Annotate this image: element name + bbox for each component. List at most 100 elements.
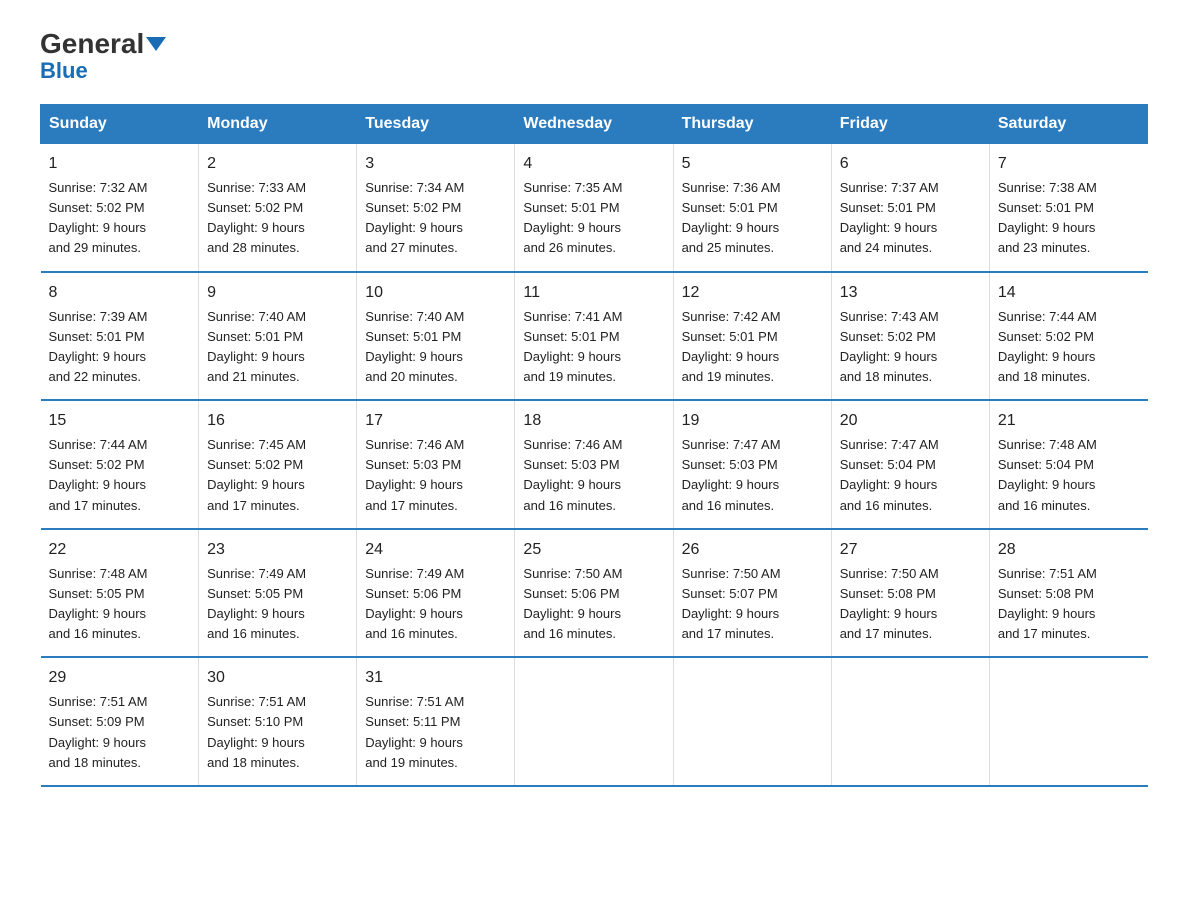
header-thursday: Thursday — [673, 105, 831, 144]
day-info: Sunrise: 7:33 AMSunset: 5:02 PMDaylight:… — [207, 178, 348, 259]
day-cell: 12Sunrise: 7:42 AMSunset: 5:01 PMDayligh… — [673, 272, 831, 401]
day-cell: 22Sunrise: 7:48 AMSunset: 5:05 PMDayligh… — [41, 529, 199, 658]
day-number: 8 — [49, 281, 191, 305]
logo-blue: Blue — [40, 58, 88, 84]
day-info: Sunrise: 7:40 AMSunset: 5:01 PMDaylight:… — [207, 307, 348, 388]
day-cell — [515, 657, 673, 786]
day-cell: 6Sunrise: 7:37 AMSunset: 5:01 PMDaylight… — [831, 144, 989, 272]
day-info: Sunrise: 7:51 AMSunset: 5:10 PMDaylight:… — [207, 692, 348, 773]
day-cell: 21Sunrise: 7:48 AMSunset: 5:04 PMDayligh… — [989, 400, 1147, 529]
day-info: Sunrise: 7:50 AMSunset: 5:08 PMDaylight:… — [840, 564, 981, 645]
header-tuesday: Tuesday — [357, 105, 515, 144]
day-info: Sunrise: 7:45 AMSunset: 5:02 PMDaylight:… — [207, 435, 348, 516]
day-cell: 27Sunrise: 7:50 AMSunset: 5:08 PMDayligh… — [831, 529, 989, 658]
header-row: SundayMondayTuesdayWednesdayThursdayFrid… — [41, 105, 1148, 144]
day-number: 26 — [682, 538, 823, 562]
day-cell: 24Sunrise: 7:49 AMSunset: 5:06 PMDayligh… — [357, 529, 515, 658]
header-wednesday: Wednesday — [515, 105, 673, 144]
day-info: Sunrise: 7:38 AMSunset: 5:01 PMDaylight:… — [998, 178, 1140, 259]
day-cell: 3Sunrise: 7:34 AMSunset: 5:02 PMDaylight… — [357, 144, 515, 272]
day-number: 19 — [682, 409, 823, 433]
header-monday: Monday — [199, 105, 357, 144]
day-number: 2 — [207, 152, 348, 176]
day-info: Sunrise: 7:50 AMSunset: 5:06 PMDaylight:… — [523, 564, 664, 645]
day-number: 17 — [365, 409, 506, 433]
day-number: 15 — [49, 409, 191, 433]
day-cell: 4Sunrise: 7:35 AMSunset: 5:01 PMDaylight… — [515, 144, 673, 272]
day-cell — [673, 657, 831, 786]
day-info: Sunrise: 7:51 AMSunset: 5:08 PMDaylight:… — [998, 564, 1140, 645]
day-cell: 29Sunrise: 7:51 AMSunset: 5:09 PMDayligh… — [41, 657, 199, 786]
week-row-5: 29Sunrise: 7:51 AMSunset: 5:09 PMDayligh… — [41, 657, 1148, 786]
day-info: Sunrise: 7:48 AMSunset: 5:05 PMDaylight:… — [49, 564, 191, 645]
day-info: Sunrise: 7:34 AMSunset: 5:02 PMDaylight:… — [365, 178, 506, 259]
header-friday: Friday — [831, 105, 989, 144]
day-cell: 19Sunrise: 7:47 AMSunset: 5:03 PMDayligh… — [673, 400, 831, 529]
day-number: 18 — [523, 409, 664, 433]
day-cell: 16Sunrise: 7:45 AMSunset: 5:02 PMDayligh… — [199, 400, 357, 529]
day-info: Sunrise: 7:49 AMSunset: 5:06 PMDaylight:… — [365, 564, 506, 645]
day-number: 22 — [49, 538, 191, 562]
day-info: Sunrise: 7:43 AMSunset: 5:02 PMDaylight:… — [840, 307, 981, 388]
header-sunday: Sunday — [41, 105, 199, 144]
header-saturday: Saturday — [989, 105, 1147, 144]
calendar-table: SundayMondayTuesdayWednesdayThursdayFrid… — [40, 104, 1148, 787]
week-row-3: 15Sunrise: 7:44 AMSunset: 5:02 PMDayligh… — [41, 400, 1148, 529]
week-row-1: 1Sunrise: 7:32 AMSunset: 5:02 PMDaylight… — [41, 144, 1148, 272]
day-cell: 17Sunrise: 7:46 AMSunset: 5:03 PMDayligh… — [357, 400, 515, 529]
day-number: 4 — [523, 152, 664, 176]
day-number: 1 — [49, 152, 191, 176]
day-cell: 7Sunrise: 7:38 AMSunset: 5:01 PMDaylight… — [989, 144, 1147, 272]
day-number: 27 — [840, 538, 981, 562]
calendar-header: SundayMondayTuesdayWednesdayThursdayFrid… — [41, 105, 1148, 144]
day-number: 9 — [207, 281, 348, 305]
day-number: 24 — [365, 538, 506, 562]
calendar-body: 1Sunrise: 7:32 AMSunset: 5:02 PMDaylight… — [41, 144, 1148, 786]
day-info: Sunrise: 7:47 AMSunset: 5:04 PMDaylight:… — [840, 435, 981, 516]
day-number: 21 — [998, 409, 1140, 433]
day-cell: 23Sunrise: 7:49 AMSunset: 5:05 PMDayligh… — [199, 529, 357, 658]
day-number: 29 — [49, 666, 191, 690]
day-cell: 26Sunrise: 7:50 AMSunset: 5:07 PMDayligh… — [673, 529, 831, 658]
day-cell: 13Sunrise: 7:43 AMSunset: 5:02 PMDayligh… — [831, 272, 989, 401]
day-number: 6 — [840, 152, 981, 176]
logo-general: General — [40, 30, 166, 58]
day-number: 13 — [840, 281, 981, 305]
day-number: 28 — [998, 538, 1140, 562]
day-info: Sunrise: 7:40 AMSunset: 5:01 PMDaylight:… — [365, 307, 506, 388]
day-info: Sunrise: 7:36 AMSunset: 5:01 PMDaylight:… — [682, 178, 823, 259]
day-info: Sunrise: 7:37 AMSunset: 5:01 PMDaylight:… — [840, 178, 981, 259]
day-info: Sunrise: 7:42 AMSunset: 5:01 PMDaylight:… — [682, 307, 823, 388]
day-info: Sunrise: 7:46 AMSunset: 5:03 PMDaylight:… — [523, 435, 664, 516]
day-cell: 28Sunrise: 7:51 AMSunset: 5:08 PMDayligh… — [989, 529, 1147, 658]
day-number: 16 — [207, 409, 348, 433]
day-info: Sunrise: 7:44 AMSunset: 5:02 PMDaylight:… — [998, 307, 1140, 388]
day-info: Sunrise: 7:32 AMSunset: 5:02 PMDaylight:… — [49, 178, 191, 259]
day-cell: 11Sunrise: 7:41 AMSunset: 5:01 PMDayligh… — [515, 272, 673, 401]
day-number: 11 — [523, 281, 664, 305]
day-cell: 9Sunrise: 7:40 AMSunset: 5:01 PMDaylight… — [199, 272, 357, 401]
day-info: Sunrise: 7:35 AMSunset: 5:01 PMDaylight:… — [523, 178, 664, 259]
day-info: Sunrise: 7:44 AMSunset: 5:02 PMDaylight:… — [49, 435, 191, 516]
week-row-4: 22Sunrise: 7:48 AMSunset: 5:05 PMDayligh… — [41, 529, 1148, 658]
day-info: Sunrise: 7:48 AMSunset: 5:04 PMDaylight:… — [998, 435, 1140, 516]
day-number: 30 — [207, 666, 348, 690]
day-info: Sunrise: 7:39 AMSunset: 5:01 PMDaylight:… — [49, 307, 191, 388]
day-cell: 2Sunrise: 7:33 AMSunset: 5:02 PMDaylight… — [199, 144, 357, 272]
day-cell: 25Sunrise: 7:50 AMSunset: 5:06 PMDayligh… — [515, 529, 673, 658]
logo-arrow-icon — [146, 37, 166, 51]
week-row-2: 8Sunrise: 7:39 AMSunset: 5:01 PMDaylight… — [41, 272, 1148, 401]
day-number: 5 — [682, 152, 823, 176]
day-number: 3 — [365, 152, 506, 176]
day-info: Sunrise: 7:50 AMSunset: 5:07 PMDaylight:… — [682, 564, 823, 645]
day-cell: 18Sunrise: 7:46 AMSunset: 5:03 PMDayligh… — [515, 400, 673, 529]
day-number: 12 — [682, 281, 823, 305]
day-cell — [831, 657, 989, 786]
day-info: Sunrise: 7:46 AMSunset: 5:03 PMDaylight:… — [365, 435, 506, 516]
day-cell: 20Sunrise: 7:47 AMSunset: 5:04 PMDayligh… — [831, 400, 989, 529]
day-number: 20 — [840, 409, 981, 433]
day-cell: 14Sunrise: 7:44 AMSunset: 5:02 PMDayligh… — [989, 272, 1147, 401]
day-info: Sunrise: 7:51 AMSunset: 5:11 PMDaylight:… — [365, 692, 506, 773]
day-number: 25 — [523, 538, 664, 562]
day-cell: 15Sunrise: 7:44 AMSunset: 5:02 PMDayligh… — [41, 400, 199, 529]
